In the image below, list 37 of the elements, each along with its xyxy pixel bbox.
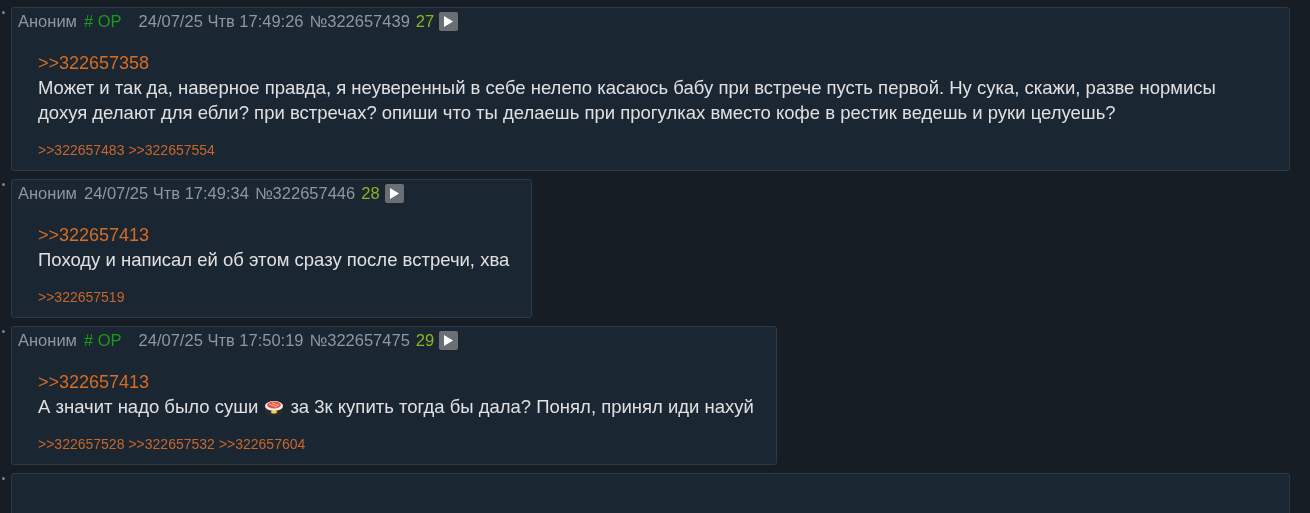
- play-button[interactable]: [439, 12, 459, 31]
- backlink[interactable]: >>322657532: [128, 436, 215, 452]
- reply-link[interactable]: >>322657358: [38, 53, 150, 74]
- post-count: 27: [415, 12, 435, 31]
- post-date: 24/07/25 Чтв 17:49:34: [83, 184, 249, 203]
- play-button[interactable]: [439, 331, 459, 350]
- backlink[interactable]: >>322657519: [38, 289, 125, 305]
- backlink[interactable]: >>322657528: [38, 436, 125, 452]
- post-text: Походу и написал ей об этом сразу после встречи, хва: [38, 249, 510, 270]
- play-icon: [444, 16, 454, 27]
- post-number-link[interactable]: №322657446: [254, 184, 356, 203]
- backlink[interactable]: >>322657483: [38, 142, 125, 158]
- reply-link[interactable]: >>322657413: [38, 372, 150, 393]
- play-icon: [389, 188, 399, 199]
- bullet-icon: [2, 330, 5, 333]
- op-tag: # OP: [83, 12, 122, 31]
- post-text: Может и так да, наверное правда, я неуверенный в себе нелепо касаюсь бабу при встрече пусть первой. Ну сука, скажи, разве нормисы дохуя делают для ебли? при встречах? опиши что ты делаешь при прогулках вместо кофе в рестик ведешь и руки целуешь?: [38, 77, 1216, 123]
- backlink[interactable]: >>322657554: [128, 142, 215, 158]
- op-tag: # OP: [83, 331, 122, 350]
- post-number-link[interactable]: №322657439: [309, 12, 410, 31]
- bullet-icon: [2, 477, 5, 480]
- poster-name: Аноним: [18, 12, 77, 31]
- bullet-icon: [2, 183, 5, 186]
- play-button[interactable]: [384, 184, 404, 203]
- play-icon: [444, 335, 454, 346]
- post-text: за 3к купить тогда бы дала? Понял, принял иди нахуй: [290, 396, 754, 417]
- poster-name: Аноним: [18, 184, 77, 203]
- reply-link[interactable]: >>322657413: [38, 225, 150, 246]
- post-date: 24/07/25 Чтв 17:49:26: [138, 12, 304, 31]
- post-count: 28: [361, 184, 380, 203]
- post-text: А значит надо было суши: [38, 396, 259, 417]
- poster-name: Аноним: [18, 331, 77, 350]
- bullet-icon: [2, 11, 5, 14]
- post-count: 29: [415, 331, 435, 350]
- post-number-link[interactable]: №322657475: [309, 331, 410, 350]
- post-date: 24/07/25 Чтв 17:50:19: [138, 331, 304, 350]
- backlink[interactable]: >>322657604: [218, 436, 306, 452]
